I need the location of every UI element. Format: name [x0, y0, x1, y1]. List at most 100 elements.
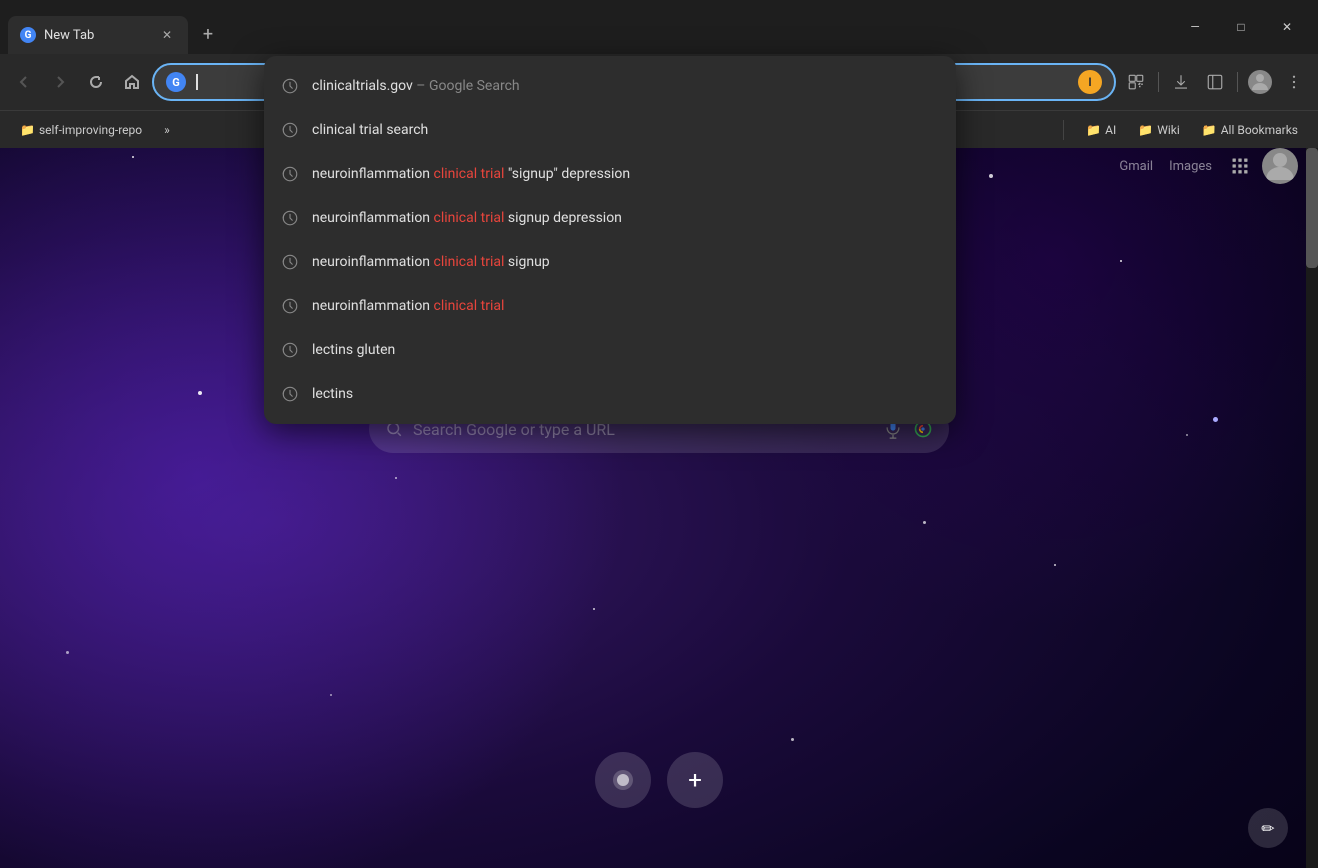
menu-icon	[1285, 73, 1303, 91]
all-bookmarks-folder-icon: 📁	[1202, 123, 1217, 137]
bookmark-label: self-improving-repo	[39, 123, 142, 137]
highlight-4a: clinical	[434, 210, 478, 226]
toolbar-divider	[1158, 72, 1159, 92]
reload-icon	[88, 74, 104, 90]
scrollbar-thumb[interactable]	[1306, 148, 1318, 268]
highlight-3a: clinical	[434, 166, 478, 182]
omnibox-item-4[interactable]: neuroinflammation clinical trial signup …	[264, 196, 956, 240]
titlebar: G New Tab ✕ + — □ ✕	[0, 0, 1318, 54]
address-favicon: G	[166, 72, 186, 92]
omnibox-text-7: lectins gluten	[312, 342, 940, 358]
history-icon-4	[280, 208, 300, 228]
omnibox-item-1[interactable]: clinicaltrials.gov – Google Search	[264, 64, 956, 108]
more-label: »	[164, 123, 170, 137]
profile-avatar	[1248, 70, 1272, 94]
omnibox-item-2[interactable]: clinical trial search	[264, 108, 956, 152]
bookmarks-right-divider	[1063, 120, 1064, 140]
home-button[interactable]	[116, 66, 148, 98]
shortcut-item-1[interactable]	[595, 752, 651, 808]
reload-button[interactable]	[80, 66, 112, 98]
omnibox-item-5[interactable]: neuroinflammation clinical trial signup	[264, 240, 956, 284]
bookmark-ai-label: AI	[1105, 123, 1116, 137]
forward-icon	[52, 74, 68, 90]
highlight-3b: trial	[481, 166, 505, 182]
omnibox-main-text-1: clinicaltrials.gov	[312, 78, 413, 94]
highlight-4b: trial	[481, 210, 505, 226]
highlight-5a: clinical	[434, 254, 478, 270]
add-shortcut-button[interactable]: +	[667, 752, 723, 808]
omnibox-suffix-1: Google Search	[429, 78, 520, 94]
extensions-button[interactable]	[1120, 66, 1152, 98]
active-tab[interactable]: G New Tab ✕	[8, 16, 188, 54]
highlight-5b: trial	[481, 254, 505, 270]
omnibox-main-text-8: lectins	[312, 386, 353, 402]
menu-button[interactable]	[1278, 66, 1310, 98]
folder-icon-wiki: 📁	[1138, 123, 1153, 137]
history-icon-7	[280, 340, 300, 360]
google-apps-button[interactable]	[1222, 148, 1258, 184]
all-bookmarks-button[interactable]: 📁 All Bookmarks	[1194, 119, 1306, 141]
back-button[interactable]	[8, 66, 40, 98]
tab-area: G New Tab ✕ +	[0, 0, 1172, 54]
extensions-icon	[1127, 73, 1145, 91]
downloads-icon	[1172, 73, 1190, 91]
apps-grid-icon	[1230, 156, 1250, 176]
avatar-icon	[1248, 70, 1272, 94]
toolbar-right-buttons	[1120, 66, 1310, 98]
google-user-avatar[interactable]	[1262, 148, 1298, 184]
tab-title: New Tab	[44, 28, 150, 43]
history-svg-2	[281, 121, 299, 139]
omnibox-item-8[interactable]: lectins	[264, 372, 956, 416]
omnibox-text-1: clinicaltrials.gov – Google Search	[312, 78, 940, 94]
highlight-6a: clinical	[434, 298, 478, 314]
omnibox-item-6[interactable]: neuroinflammation clinical trial	[264, 284, 956, 328]
omnibox-text-8: lectins	[312, 386, 940, 402]
images-link[interactable]: Images	[1163, 151, 1218, 182]
downloads-button[interactable]	[1165, 66, 1197, 98]
address-input-cursor	[196, 74, 198, 90]
history-icon-1	[280, 76, 300, 96]
bookmark-folder-ai[interactable]: 📁 AI	[1078, 119, 1124, 141]
omnibox-item-3[interactable]: neuroinflammation clinical trial "signup…	[264, 152, 956, 196]
tab-close-button[interactable]: ✕	[158, 26, 176, 44]
tab-favicon: G	[20, 27, 36, 43]
history-svg-5	[281, 253, 299, 271]
history-icon-8	[280, 384, 300, 404]
bookmark-wiki-label: Wiki	[1157, 123, 1180, 137]
new-tab-button[interactable]: +	[192, 18, 224, 50]
scrollbar[interactable]	[1306, 148, 1318, 868]
omnibox-text-5: neuroinflammation clinical trial signup	[312, 254, 940, 270]
minimize-button[interactable]: —	[1172, 8, 1218, 46]
history-icon-6	[280, 296, 300, 316]
highlight-6b: trial	[481, 298, 505, 314]
edit-button[interactable]: ✏	[1248, 808, 1288, 848]
all-bookmarks-label: All Bookmarks	[1221, 123, 1298, 137]
history-icon-2	[280, 120, 300, 140]
omnibox-item-7[interactable]: lectins gluten	[264, 328, 956, 372]
bookmark-folder-self-improving[interactable]: 📁 self-improving-repo	[12, 119, 150, 141]
bookmarks-more-button[interactable]: »	[156, 119, 178, 141]
home-icon	[124, 74, 140, 90]
shortcut-icon-1	[611, 768, 635, 792]
omnibox-main-text-7: lectins gluten	[312, 342, 395, 358]
address-bar-profile-icon: I	[1078, 70, 1102, 94]
history-svg-4	[281, 209, 299, 227]
folder-icon: 📁	[20, 123, 35, 137]
omnibox-dropdown: clinicaltrials.gov – Google Search clini…	[264, 56, 956, 424]
toolbar-divider-2	[1237, 72, 1238, 92]
gmail-link[interactable]: Gmail	[1113, 151, 1159, 182]
history-svg-7	[281, 341, 299, 359]
maximize-button[interactable]: □	[1218, 8, 1264, 46]
window-controls: — □ ✕	[1172, 8, 1318, 46]
history-icon-3	[280, 164, 300, 184]
user-avatar-icon	[1262, 148, 1298, 184]
close-button[interactable]: ✕	[1264, 8, 1310, 46]
profile-button[interactable]	[1244, 66, 1276, 98]
shortcuts-area: +	[595, 752, 723, 808]
sidebar-button[interactable]	[1199, 66, 1231, 98]
add-shortcut-label: +	[688, 768, 702, 792]
forward-button[interactable]	[44, 66, 76, 98]
history-svg-6	[281, 297, 299, 315]
bookmark-folder-wiki[interactable]: 📁 Wiki	[1130, 119, 1188, 141]
folder-icon-ai: 📁	[1086, 123, 1101, 137]
